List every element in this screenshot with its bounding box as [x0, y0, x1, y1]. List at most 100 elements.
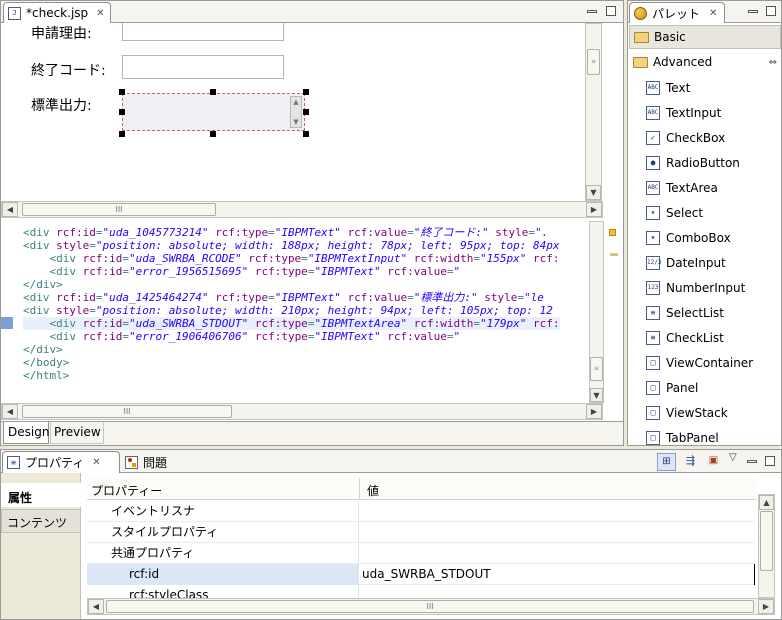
scroll-down-icon[interactable]: ▼ [586, 185, 601, 200]
selection-handle[interactable] [119, 109, 125, 115]
palette-item-selectlist[interactable]: ≡ SelectList [628, 300, 781, 325]
warning-marker[interactable] [609, 229, 616, 236]
property-value[interactable] [359, 585, 755, 599]
palette-item-panel[interactable]: □ Panel [628, 375, 781, 400]
reason-input[interactable] [122, 23, 284, 41]
minimize-icon[interactable] [587, 10, 597, 13]
properties-tab[interactable]: ≡ プロパティ ✕ [2, 451, 120, 473]
selection-handle[interactable] [303, 89, 309, 95]
scroll-right-icon[interactable]: ▶ [586, 202, 602, 217]
minimize-icon[interactable] [748, 10, 758, 13]
source-editor[interactable]: <div rcf:id="uda_1045773214" rcf:type="I… [1, 221, 591, 401]
selection-handle[interactable] [210, 131, 216, 137]
property-value[interactable] [359, 522, 755, 543]
toolbar-filter-icon[interactable]: ⇶ [681, 453, 700, 471]
end-code-input[interactable] [122, 55, 284, 79]
selection-handle[interactable] [303, 109, 309, 115]
property-value[interactable] [359, 501, 755, 522]
close-icon[interactable]: ✕ [96, 8, 104, 19]
code-line[interactable]: </html> [23, 369, 560, 382]
tab-design[interactable]: Design [3, 422, 49, 444]
code-line[interactable]: <div rcf:id="error_1956515695" rcf:type=… [23, 265, 560, 278]
code-line[interactable]: </div> [23, 343, 560, 356]
column-divider[interactable] [359, 478, 360, 500]
code-line[interactable]: <div rcf:id="uda_SWRBA_STDOUT" rcf:type=… [23, 317, 560, 330]
palette-item-viewstack[interactable]: □ ViewStack [628, 400, 781, 425]
scroll-up-icon[interactable]: ▲ [759, 495, 774, 510]
minimize-icon[interactable] [747, 460, 757, 463]
palette-item-viewcontainer[interactable]: □ ViewContainer [628, 350, 781, 375]
palette-drawer-advanced[interactable]: Advanced ⇔ [629, 50, 781, 74]
close-icon[interactable]: ✕ [709, 8, 717, 19]
source-vscroll[interactable]: ≡ ▼ [589, 221, 604, 403]
tab-preview[interactable]: Preview [50, 422, 104, 444]
properties-vscroll[interactable]: ▲ [758, 494, 775, 598]
properties-hscroll[interactable]: ◀ III ▶ [87, 598, 775, 615]
code-line[interactable]: <div style="position: absolute; width: 2… [23, 304, 560, 317]
selection-handle[interactable] [119, 89, 125, 95]
code-line[interactable]: <div rcf:id="uda_SWRBA_RCODE" rcf:type="… [23, 252, 559, 265]
code-line[interactable]: </div> [23, 278, 560, 291]
property-value-input[interactable]: uda_SWRBA_STDOUT [359, 563, 755, 585]
palette-item-text[interactable]: ABC Text [628, 75, 781, 100]
problems-tab[interactable]: 問題 [125, 453, 167, 471]
palette-drawer-basic[interactable]: Basic [629, 25, 781, 49]
code-line[interactable]: </body> [23, 356, 560, 369]
column-header-property[interactable]: プロパティー [91, 482, 162, 499]
table-row[interactable]: イベントリスナ [87, 500, 755, 522]
palette-item-combobox[interactable]: ▾ ComboBox [628, 225, 781, 250]
palette-tab[interactable]: パレット ✕ [629, 2, 725, 23]
occurrence-marker[interactable] [610, 253, 618, 256]
palette-item-checkbox[interactable]: ✓ CheckBox [628, 125, 781, 150]
palette-item-dateinput[interactable]: 12/3 DateInput [628, 250, 781, 275]
view-menu-icon[interactable]: ▽ [729, 452, 737, 463]
side-tab-attributes[interactable]: 属性 [1, 483, 82, 507]
side-tab-contents[interactable]: コンテンツ [1, 509, 81, 533]
code-line[interactable]: <div rcf:id="uda_1045773214" rcf:type="I… [23, 226, 560, 239]
scroll-left-icon[interactable]: ◀ [88, 599, 104, 614]
scroll-right-icon[interactable]: ▶ [586, 404, 602, 419]
close-icon[interactable]: ✕ [92, 457, 100, 468]
design-vscroll[interactable]: ≡ ▼ [585, 23, 602, 201]
table-row[interactable]: rcf:styleClass [87, 584, 755, 599]
maximize-icon[interactable] [766, 6, 776, 16]
editor-tab[interactable]: J *check.jsp ✕ [3, 2, 111, 23]
selection-handle[interactable] [119, 131, 125, 137]
source-hscroll[interactable]: ◀ III ▶ [1, 403, 603, 420]
properties-vscroll-thumb[interactable] [760, 511, 773, 571]
palette-item-checklist[interactable]: ≡ CheckList [628, 325, 781, 350]
pin-icon[interactable]: ⇔ [769, 57, 777, 68]
properties-hscroll-thumb[interactable]: III [106, 600, 754, 613]
source-vscroll-thumb[interactable]: ≡ [590, 357, 603, 381]
scroll-down-icon[interactable]: ▼ [590, 388, 603, 402]
design-vscroll-thumb[interactable]: ≡ [587, 49, 600, 75]
design-hscroll-thumb[interactable]: III [22, 203, 216, 216]
palette-item-tabpanel[interactable]: □ TabPanel [628, 425, 781, 445]
textarea-scrollbar[interactable]: ▲ ▼ [290, 96, 302, 128]
design-hscroll[interactable]: ◀ III ▶ [1, 201, 603, 218]
toolbar-categories-icon[interactable]: ⊞ [657, 453, 676, 471]
selection-handle[interactable] [210, 89, 216, 95]
palette-item-radiobutton[interactable]: ● RadioButton [628, 150, 781, 175]
code-line[interactable]: <div rcf:id="error_1906406706" rcf:type=… [23, 330, 560, 343]
maximize-icon[interactable] [606, 6, 616, 16]
palette-item-textinput[interactable]: ABC TextInput [628, 100, 781, 125]
table-row[interactable]: スタイルプロパティ [87, 521, 755, 543]
scroll-left-icon[interactable]: ◀ [2, 404, 18, 419]
selection-handle[interactable] [303, 131, 309, 137]
scroll-right-icon[interactable]: ▶ [758, 599, 774, 614]
toolbar-restore-icon[interactable]: ▣ [704, 453, 723, 471]
palette-item-numberinput[interactable]: 123 NumberInput [628, 275, 781, 300]
palette-item-select[interactable]: ▾ Select [628, 200, 781, 225]
maximize-icon[interactable] [765, 456, 775, 466]
property-value[interactable] [359, 543, 755, 564]
table-row[interactable]: rcf:id uda_SWRBA_STDOUT [87, 563, 755, 585]
code-line[interactable]: <div rcf:id="uda_1425464274" rcf:type="I… [23, 291, 560, 304]
palette-item-textarea[interactable]: ABC TextArea [628, 175, 781, 200]
stdout-textarea[interactable]: ▲ ▼ [122, 93, 305, 131]
scroll-left-icon[interactable]: ◀ [2, 202, 18, 217]
column-header-value[interactable]: 値 [367, 482, 379, 499]
table-row[interactable]: 共通プロパティ [87, 542, 755, 564]
source-hscroll-thumb[interactable]: III [22, 405, 232, 418]
code-line[interactable]: <div style="position: absolute; width: 1… [23, 239, 560, 252]
